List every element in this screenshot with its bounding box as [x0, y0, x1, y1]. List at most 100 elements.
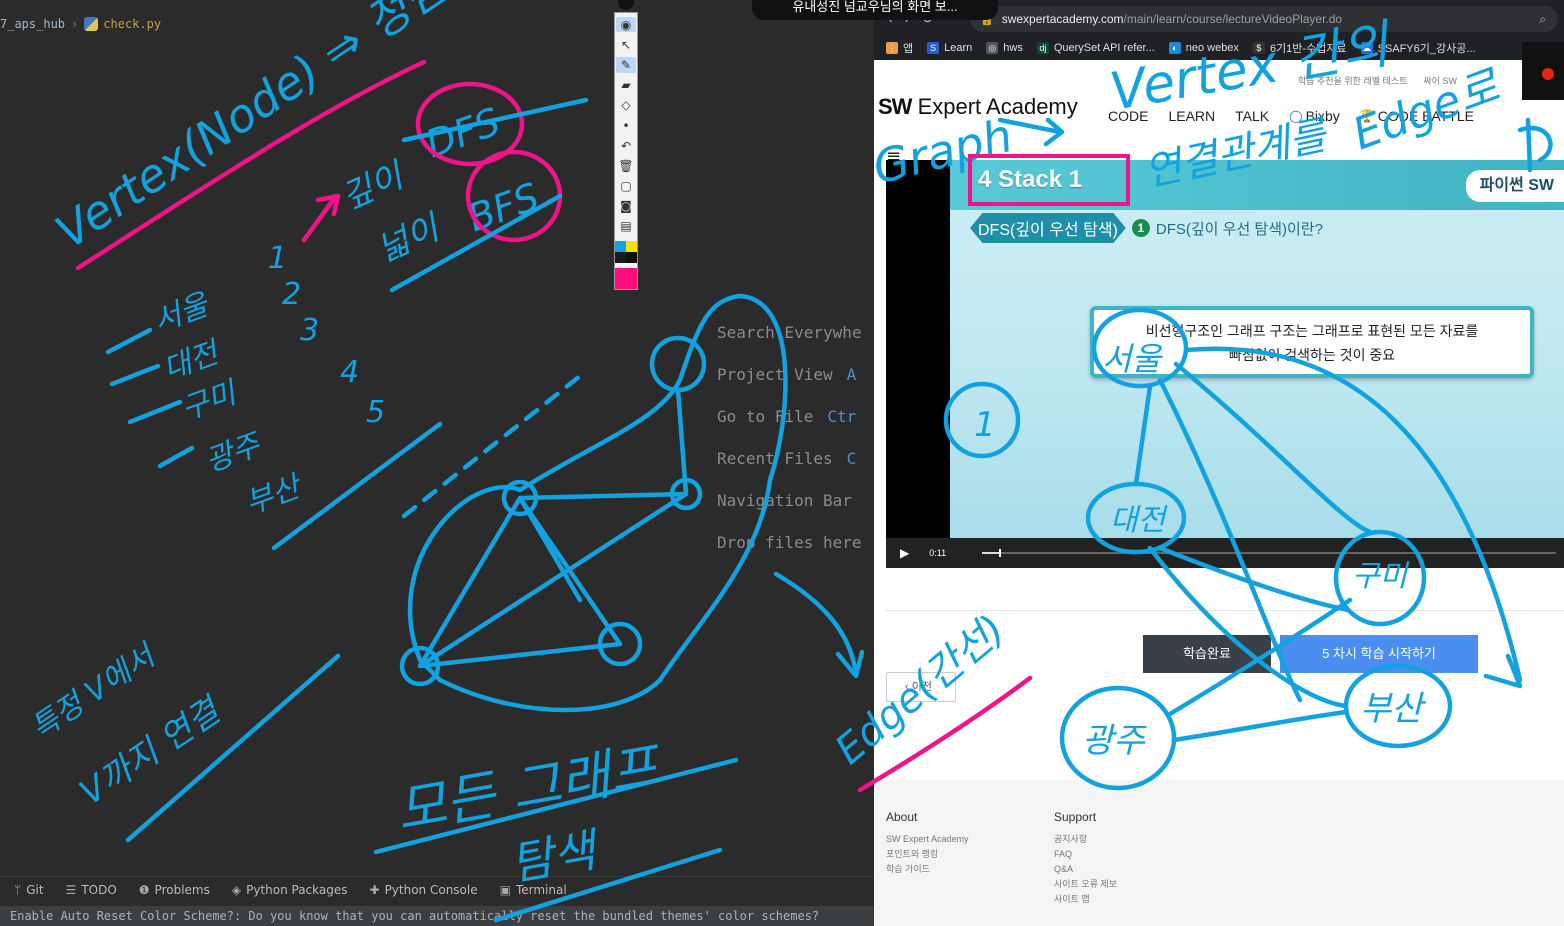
bookmark-ssafy[interactable]: ☁ SSAFY6기_강사공... [1360, 40, 1476, 56]
top-links: 학습 추천을 위한 레벨 테스트 싸이 SW [1298, 74, 1457, 87]
seek-handle[interactable] [999, 549, 1002, 557]
url-path: /main/learn/course/lectureVideoPlayer.do [1123, 12, 1343, 26]
footer-link[interactable]: 사이트 맵 [1054, 892, 1117, 907]
doc-icon: $ [1252, 42, 1265, 54]
todo-icon: ☰ [65, 882, 77, 897]
level-test-link[interactable]: 학습 추천을 위한 레벨 테스트 [1298, 74, 1407, 87]
recording-indicator [1522, 42, 1564, 100]
footer-link[interactable]: FAQ [1054, 847, 1117, 862]
screen-icon[interactable]: ▢ [616, 179, 636, 194]
swatch-yellow[interactable] [626, 241, 637, 253]
breadcrumb-project[interactable]: 7_aps_hub [0, 17, 65, 31]
trophy-icon: 🏆 [1359, 109, 1375, 123]
video-controls: ▶ 0:11 [886, 538, 1564, 568]
nav-learn[interactable]: LEARN [1168, 108, 1215, 124]
footer-link[interactable]: 공지사항 [1054, 832, 1117, 847]
breadcrumb-separator: › [71, 17, 79, 31]
python-console-tool-button[interactable]: ✚ Python Console [370, 883, 478, 897]
complete-lesson-button[interactable]: 학습완료 [1143, 635, 1271, 673]
dot-icon[interactable]: • [616, 118, 636, 133]
next-lesson-button[interactable]: 5 차시 학습 시작하기 [1280, 635, 1478, 673]
swatch-blue[interactable] [615, 241, 626, 253]
git-icon: ᛘ [14, 882, 22, 897]
git-tool-button[interactable]: ᛘ Git [14, 883, 44, 897]
python-packages-icon: ◈ [231, 882, 242, 897]
play-icon[interactable]: ▶ [900, 546, 909, 560]
section-subtitle: DFS(깊이 우선 탐색)이란? [1155, 220, 1323, 238]
problems-icon: ❶ [138, 882, 150, 897]
breadcrumb-file-label: check.py [103, 17, 162, 31]
status-bar[interactable]: Enable Auto Reset Color Scheme?: Do you … [0, 906, 874, 926]
slide-section-row: DFS(깊이 우선 탐색) 1 DFS(깊이 우선 탐색)이란? [970, 213, 1323, 243]
problems-tool-button[interactable]: ❶ Problems [139, 883, 210, 897]
breadcrumb-file[interactable]: check.py [84, 17, 161, 31]
screen-share-banner: 유내성진 넘교우님의 화면 보... [752, 0, 998, 20]
section-badge: DFS(깊이 우선 탐색) [970, 213, 1126, 243]
footer-link[interactable]: SW Expert Academy [886, 832, 969, 847]
cloud-icon: ☁ [1360, 42, 1373, 54]
terminal-tool-button[interactable]: ▣ Terminal [500, 883, 567, 897]
site-footer: About SW Expert Academy 포인트와 랭킹 학습 가이드 S… [874, 780, 1564, 926]
eraser-icon[interactable]: ◇ [616, 98, 636, 113]
footer-link[interactable]: 포인트와 랭킹 [886, 847, 969, 862]
bookmark-webex[interactable]: ◐ neo webex [1168, 42, 1239, 54]
bookmark-queryset[interactable]: dj QuerySet API refer... [1036, 42, 1155, 54]
site-header: 학습 추천을 위한 레벨 테스트 싸이 SW SW Expert Academy… [874, 60, 1564, 146]
bookmark-hws[interactable]: ◎ hws [986, 42, 1023, 54]
bookmark-apps[interactable]: ⋮ 앱 [886, 40, 913, 56]
divider [886, 610, 1564, 611]
bixby-icon: ◯ [1289, 109, 1303, 123]
active-color-swatch[interactable] [615, 268, 637, 289]
hint-project-view: Project View A [717, 365, 857, 384]
swatch-dark[interactable] [615, 252, 626, 264]
nav-code-battle[interactable]: 🏆 CODE BATTLE [1360, 108, 1474, 124]
course-tag: 파이썬 SW [1465, 170, 1564, 202]
terminal-icon: ▣ [499, 882, 511, 897]
trash-icon[interactable]: 🗑 [616, 158, 636, 173]
site-logo[interactable]: SW Expert Academy [878, 94, 1078, 120]
empty-editor-hints: Search Everywhe Project View A Go to File… [717, 312, 862, 564]
tool-window-bar: ᛘ Git ☰ TODO ❶ Problems ◈ Python Packages ✚ P… [0, 876, 874, 902]
apps-icon: ⋮ [886, 42, 898, 54]
bookmark-class-material[interactable]: $6기1반-수업자료 [1252, 40, 1347, 56]
python-packages-tool-button[interactable]: ◈ Python Packages [232, 883, 348, 897]
slide-caption: 비선형구조인 그래프 구조는 그래프로 표현된 모든 자료를 빠짐없이 검색하는… [1090, 306, 1534, 378]
undo-icon[interactable]: ↶ [616, 138, 636, 153]
django-icon: dj [1036, 42, 1049, 54]
footer-link[interactable]: 사이트 오류 제보 [1054, 877, 1117, 892]
footer-link[interactable]: Q&A [1054, 862, 1117, 877]
color-swatches [615, 241, 637, 264]
search-icon[interactable]: ⌕ [1539, 12, 1546, 27]
eye-icon[interactable]: ◉ [616, 17, 636, 33]
prev-button[interactable]: ‹ 이전 [886, 672, 956, 702]
footer-link[interactable]: 학습 가이드 [886, 862, 969, 877]
nav-talk[interactable]: TALK [1235, 108, 1269, 124]
hint-drop-files: Drop files here [717, 533, 862, 552]
ssafy-sw-link[interactable]: 싸이 SW [1423, 74, 1457, 87]
address-bar[interactable]: 🔒 swexpertacademy.com/main/learn/course/… [970, 6, 1558, 32]
section-number: 1 [1131, 219, 1150, 237]
footer-support-title: Support [1054, 810, 1097, 824]
nav-code[interactable]: CODE [1108, 108, 1148, 124]
camera-icon[interactable]: ◙ [616, 199, 636, 214]
python-console-icon: ✚ [369, 882, 380, 897]
nav-bixby[interactable]: ◯ Bixby [1289, 108, 1340, 124]
highlighter-icon[interactable]: ▰ [616, 78, 636, 93]
lecture-slide: 4 Stack 1 파이썬 SW DFS(깊이 우선 탐색) 1 DFS(깊이 … [950, 160, 1564, 538]
globe-icon: ◎ [986, 42, 999, 54]
swatch-black[interactable] [626, 252, 637, 264]
hint-navigation-bar: Navigation Bar [717, 491, 852, 510]
main-nav: CODE LEARN TALK ◯ Bixby 🏆 CODE BATTLE [1108, 108, 1474, 124]
ide-window: 7_aps_hub › check.py Search Everywhe Pro… [0, 0, 874, 926]
bookmark-learn[interactable]: S Learn [927, 42, 972, 54]
bookmarks-bar: ⋮ 앱 S Learn ◎ hws dj QuerySet API refer... ◐… [874, 36, 1564, 60]
clipboard-icon[interactable]: ▤ [616, 219, 636, 234]
cursor-icon[interactable]: ↖ [616, 37, 636, 52]
todo-tool-button[interactable]: ☰ TODO [66, 883, 117, 897]
lecture-title: 4 Stack 1 [978, 166, 1083, 193]
breadcrumb: 7_aps_hub › check.py [0, 10, 161, 38]
video-player[interactable]: 4 Stack 1 파이썬 SW DFS(깊이 우선 탐색) 1 DFS(깊이 … [886, 160, 1564, 568]
status-message: Enable Auto Reset Color Scheme?: Do you … [10, 909, 820, 923]
video-seekbar[interactable] [982, 549, 1556, 557]
pen-icon[interactable]: ✎ [616, 57, 636, 73]
